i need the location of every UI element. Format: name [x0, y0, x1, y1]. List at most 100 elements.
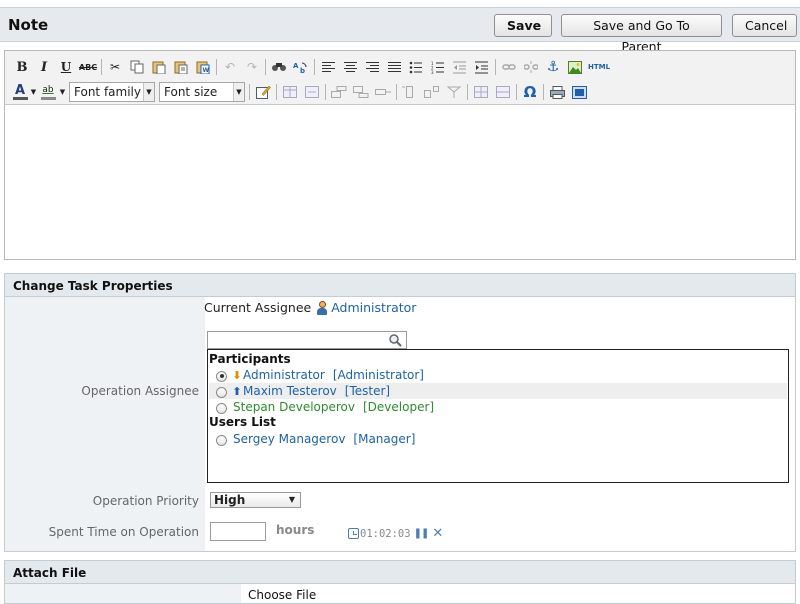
list-item[interactable]: ⬇ Administrator [Administrator] [209, 367, 787, 383]
radio-stepan-developerov[interactable] [216, 402, 227, 414]
timer-value: 01:02:03 [360, 527, 411, 540]
radio-administrator[interactable] [216, 370, 227, 382]
bullet-list-icon[interactable] [405, 57, 427, 77]
search-icon[interactable] [388, 333, 402, 347]
font-size-select[interactable]: Font size ▼ [159, 82, 245, 102]
svg-text:A: A [293, 62, 299, 70]
cancel-button[interactable]: Cancel [732, 14, 797, 37]
insert-col-before-icon[interactable] [399, 82, 421, 102]
group-users-list: Users List [209, 415, 276, 429]
operation-assignee-label: Operation Assignee [81, 384, 199, 398]
text-color-dropdown-icon[interactable]: ▼ [29, 82, 38, 102]
text-color-icon[interactable]: A [11, 82, 29, 102]
highlight-label: ab [42, 84, 54, 95]
svg-text:b: b [300, 67, 305, 74]
align-left-icon[interactable] [317, 57, 339, 77]
table-icon[interactable] [279, 82, 301, 102]
user-name: Sergey Managerov [233, 432, 346, 446]
copy-icon[interactable] [126, 57, 148, 77]
toolbar-row-2: A ▼ ab ▼ Font family ▼ Font size ▼ Ω [11, 80, 590, 104]
replace-icon[interactable]: Ab [290, 57, 312, 77]
paste-word-icon[interactable]: W [192, 57, 214, 77]
participant-name: Stepan Developerov [233, 400, 355, 414]
editor-toolbar: B I U ABC ✂ W ↶ ↷ A b 1 2 3 ⚓ HTML A ▼ a… [5, 51, 795, 105]
radio-sergey-managerov[interactable] [216, 434, 227, 446]
unlink-icon[interactable] [520, 57, 542, 77]
redo-icon[interactable]: ↷ [241, 57, 263, 77]
change-task-properties-header: Change Task Properties [4, 273, 796, 297]
indent-icon[interactable] [471, 57, 493, 77]
current-assignee: Current Assignee Administrator [204, 300, 416, 315]
rich-text-editor: B I U ABC ✂ W ↶ ↷ A b 1 2 3 ⚓ HTML A ▼ a… [4, 50, 796, 260]
bold-button[interactable]: B [11, 57, 33, 77]
list-item[interactable]: Stepan Developerov [Developer] [209, 399, 787, 415]
highlight-color-icon[interactable]: ab [38, 82, 58, 102]
current-assignee-label: Current Assignee [204, 300, 312, 315]
priority-value: High [214, 493, 246, 507]
close-icon[interactable]: ✕ [432, 526, 443, 541]
highlight-color-swatch [40, 96, 56, 100]
font-family-select[interactable]: Font family ▼ [69, 82, 155, 102]
image-icon[interactable] [564, 57, 586, 77]
chevron-down-icon: ▼ [233, 83, 244, 101]
chevron-down-icon: ▼ [143, 83, 154, 101]
list-item[interactable]: Sergey Managerov [Manager] [209, 431, 787, 447]
paste-text-icon[interactable] [170, 57, 192, 77]
html-source-button[interactable]: HTML [586, 57, 612, 77]
operation-timer: 01:02:03 ❚❚ ✕ [348, 526, 443, 541]
save-and-go-to-parent-button[interactable]: Save and Go To Parent [561, 14, 722, 54]
outdent-icon[interactable] [449, 57, 471, 77]
print-icon[interactable] [546, 82, 568, 102]
insert-row-after-icon[interactable] [350, 82, 372, 102]
participant-name: Administrator [243, 368, 325, 382]
delete-col-icon[interactable] [443, 82, 465, 102]
participant-name: Maxim Testerov [243, 384, 337, 398]
spent-hours-input[interactable] [210, 522, 266, 541]
paste-icon[interactable] [148, 57, 170, 77]
insert-row-before-icon[interactable] [328, 82, 350, 102]
user-role: [Manager] [353, 432, 416, 446]
align-right-icon[interactable] [361, 57, 383, 77]
attach-file-panel [4, 584, 796, 604]
split-cells-icon[interactable] [470, 82, 492, 102]
underline-button[interactable]: U [55, 57, 77, 77]
toolbar-separator [467, 84, 468, 100]
merge-cells-icon[interactable] [492, 82, 514, 102]
assignee-listbox[interactable]: Participants ⬇ Administrator [Administra… [207, 349, 789, 483]
italic-button[interactable]: I [33, 57, 55, 77]
list-item[interactable]: ⬆ Maxim Testerov [Tester] [209, 383, 787, 399]
current-assignee-link[interactable]: Administrator [331, 300, 416, 315]
insert-col-after-icon[interactable] [421, 82, 443, 102]
delete-row-icon[interactable] [372, 82, 394, 102]
undo-icon[interactable]: ↶ [219, 57, 241, 77]
strikethrough-button[interactable]: ABC [77, 57, 99, 77]
toolbar-separator [249, 84, 250, 100]
fullscreen-icon[interactable] [568, 82, 590, 102]
pause-icon[interactable]: ❚❚ [414, 528, 430, 539]
align-center-icon[interactable] [339, 57, 361, 77]
user-icon [317, 300, 328, 315]
toolbar-separator [101, 59, 102, 75]
find-icon[interactable] [268, 57, 290, 77]
edit-css-icon[interactable] [252, 82, 274, 102]
toolbar-separator [216, 59, 217, 75]
cut-icon[interactable]: ✂ [104, 57, 126, 77]
link-icon[interactable] [498, 57, 520, 77]
label-column [5, 584, 241, 603]
anchor-icon[interactable]: ⚓ [542, 57, 564, 77]
save-button[interactable]: Save [494, 14, 552, 37]
table-props-icon[interactable] [301, 82, 323, 102]
highlight-dropdown-icon[interactable]: ▼ [58, 82, 67, 102]
numbered-list-icon[interactable]: 123 [427, 57, 449, 77]
operation-priority-select[interactable]: High ▼ [210, 492, 301, 508]
special-char-button[interactable]: Ω [519, 82, 541, 102]
svg-text:W: W [203, 67, 210, 74]
toolbar-separator [543, 84, 544, 100]
toolbar-separator [276, 84, 277, 100]
assignee-search-input[interactable] [208, 332, 384, 348]
align-justify-icon[interactable] [383, 57, 405, 77]
editor-content-area[interactable] [5, 106, 795, 259]
toolbar-separator [396, 84, 397, 100]
toolbar-separator [325, 84, 326, 100]
radio-maxim-testerov[interactable] [216, 386, 227, 398]
